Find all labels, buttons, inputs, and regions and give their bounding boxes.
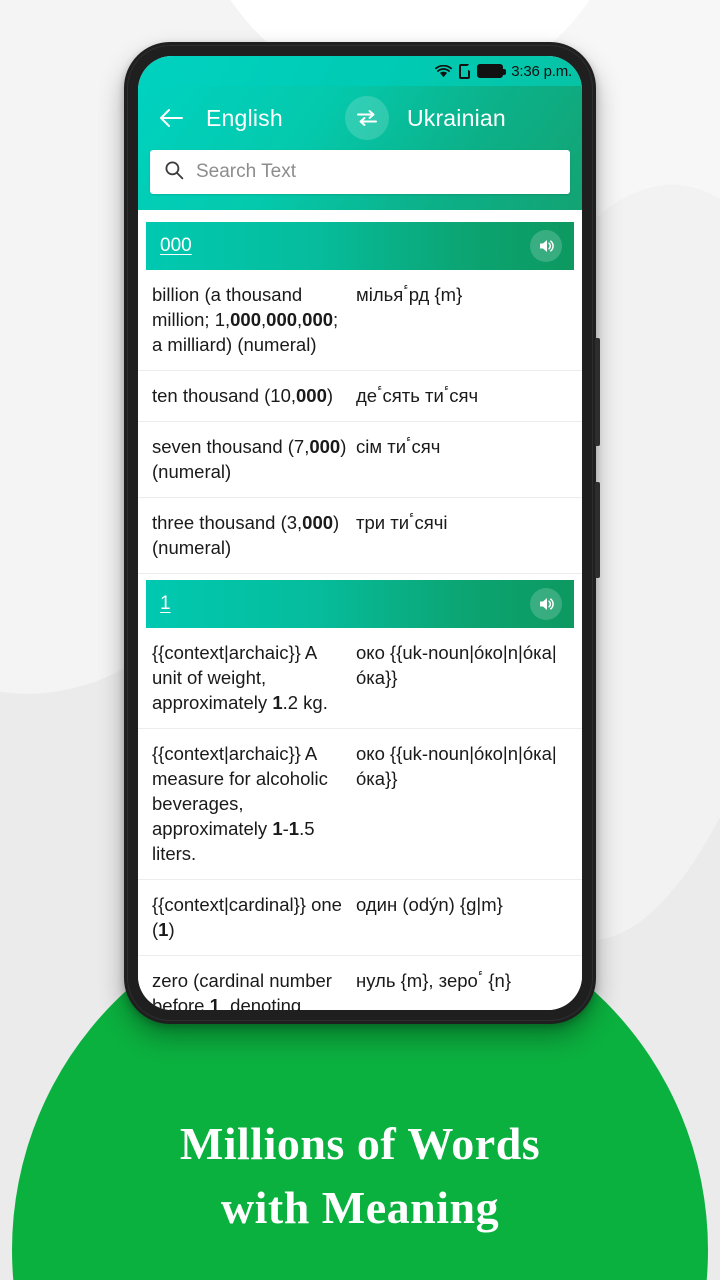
dictionary-entry-row[interactable]: billion (a thousand million; 1,000,000,0… [138, 270, 582, 371]
language-selector-row: English Ukrainian [138, 86, 582, 150]
entry-target-text: один (odýn) {g|m} [356, 894, 503, 915]
entry-source-text: three thousand (3,000) (numeral) [152, 512, 340, 558]
entry-target-text: око {{uk-noun|óко|n|óка|óка}} [356, 743, 557, 789]
entry-source-text: {{context|archaic}} A unit of weight, ap… [152, 642, 328, 713]
tagline-line-1: Millions of Words [179, 1118, 541, 1169]
dictionary-entry-row[interactable]: three thousand (3,000) (numeral) три тиٴс… [138, 498, 582, 574]
status-time: 3:36 p.m. [511, 62, 572, 80]
screenshot-stage: Millions of Words with Meaning 3:36 p.m. [0, 0, 720, 1280]
battery-icon [477, 64, 507, 78]
dictionary-entry-row[interactable]: seven thousand (7,000) (numeral) сім тиٴс… [138, 422, 582, 498]
entry-source-text: {{context|cardinal}} one (1) [152, 894, 342, 940]
entry-target-text: око {{uk-noun|óко|n|óка|óка}} [356, 642, 557, 688]
back-arrow-icon[interactable] [152, 99, 190, 137]
status-bar: 3:36 p.m. [138, 56, 582, 86]
dictionary-entry-row[interactable]: {{context|cardinal}} one (1) один (odýn) … [138, 880, 582, 956]
search-input[interactable] [196, 161, 556, 183]
app-toolbar: English Ukrainian [138, 86, 582, 210]
wifi-icon [435, 64, 453, 78]
phone-mockup: 3:36 p.m. English Ukrainian Search Text … [124, 42, 600, 1024]
entry-target-text: нуль {m}, зероٴ {n} [356, 970, 512, 991]
dictionary-entry-row[interactable]: {{context|archaic}} A measure for alcoho… [138, 729, 582, 880]
dictionary-entry-row[interactable]: {{context|archaic}} A unit of weight, ap… [138, 628, 582, 729]
entry-source-text: billion (a thousand million; 1,000,000,0… [152, 284, 339, 355]
search-bar[interactable] [150, 150, 570, 194]
swap-horizontal-icon[interactable] [344, 96, 389, 140]
entry-source-text: seven thousand (7,000) (numeral) [152, 436, 347, 482]
section-title: 1 [160, 593, 171, 614]
speaker-icon[interactable] [530, 230, 562, 262]
power-button[interactable] [595, 482, 600, 578]
section-title: 000 [160, 235, 192, 256]
phone-screen: 3:36 p.m. English Ukrainian Search Text … [138, 56, 582, 1010]
entry-target-text: сім тиٴсяч [356, 436, 441, 457]
promo-tagline: Millions of Words with Meaning [0, 1112, 720, 1240]
search-icon [164, 160, 184, 185]
entry-source-text: zero (cardinal number before 1, denoting… [152, 970, 332, 1010]
dictionary-entry-row[interactable]: zero (cardinal number before 1, denoting… [138, 956, 582, 1010]
results-list[interactable]: 000 billion (a thousand million; 1,000,00… [138, 210, 582, 1010]
entry-source-text: {{context|archaic}} A measure for alcoho… [152, 743, 328, 864]
entry-target-text: три тиٴсячі [356, 512, 448, 533]
section-header[interactable]: 000 [146, 222, 574, 270]
entry-source-text: ten thousand (10,000) [152, 385, 334, 406]
speaker-icon[interactable] [530, 588, 562, 620]
dictionary-entry-row[interactable]: ten thousand (10,000) деٴсять тиٴсяч [138, 371, 582, 422]
volume-button[interactable] [595, 338, 600, 446]
target-language-label[interactable]: Ukrainian [407, 105, 506, 132]
source-language-label[interactable]: English [206, 105, 283, 132]
entry-target-text: деٴсять тиٴсяч [356, 385, 479, 406]
tagline-line-2: with Meaning [220, 1182, 500, 1233]
entry-target-text: мільяٴрд {m} [356, 284, 463, 305]
section-header[interactable]: 1 [146, 580, 574, 628]
sim-card-icon [459, 63, 471, 79]
